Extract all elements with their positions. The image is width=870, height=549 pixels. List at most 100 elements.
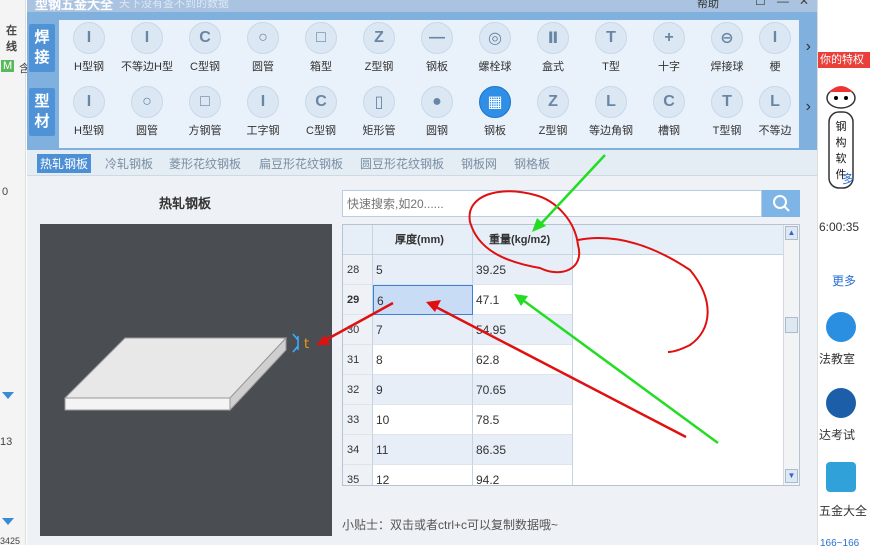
tool-profile-h-beam[interactable]: I H型钢 <box>59 86 119 138</box>
classroom-icon[interactable] <box>826 312 856 342</box>
tool-weld-z-steel[interactable]: Z Z型钢 <box>349 22 409 74</box>
table-row[interactable]: 28 5 39.25 <box>343 255 573 285</box>
bg-right-more-link[interactable]: 更多 <box>832 272 856 289</box>
data-table: 厚度(mm) 重量(kg/m2) 28 5 39.25 29 6 47.1 30 7 54.… <box>342 224 800 486</box>
tab-lentil-plate[interactable]: 扁豆形花纹钢板 <box>259 155 343 172</box>
steel-calculator-window: 型钢五金大全 天下没有查不到的数据 帮助 ☐ — ✕ 焊接 I H型钢 I 不等边H… <box>27 0 817 545</box>
tool-weld-unequal-h[interactable]: I 不等边H型 <box>117 22 177 74</box>
table-row[interactable]: 30 7 54.95 <box>343 315 573 345</box>
weld-next-chevron-right-icon[interactable]: › <box>806 38 811 56</box>
tool-profile-unequal-angle[interactable]: L 不等边 <box>755 86 795 138</box>
bg-right-link[interactable]: 多 <box>842 170 854 187</box>
tool-label: 十字 <box>658 61 680 73</box>
tool-weld-round-pipe[interactable]: ○ 圆管 <box>233 22 293 74</box>
tool-profile-plate[interactable]: ▦ 钢板 <box>465 86 525 138</box>
tool-profile-i-beam[interactable]: I 工字钢 <box>233 86 293 138</box>
tab-cold-rolled[interactable]: 冷轧钢板 <box>105 155 153 172</box>
tool-profile-equal-angle[interactable]: L 等边角钢 <box>581 86 641 138</box>
tab-mesh-plate[interactable]: 钢板网 <box>461 155 497 172</box>
table-row[interactable]: 34 11 86.35 <box>343 435 573 465</box>
profile-next-chevron-right-icon[interactable]: › <box>806 98 811 116</box>
tab-grating[interactable]: 钢格板 <box>514 155 550 172</box>
weight-cell[interactable]: 39.25 <box>473 255 573 285</box>
search-button[interactable] <box>762 190 800 217</box>
table-row-selected[interactable]: 29 6 47.1 <box>343 285 573 315</box>
tool-weld-h-beam[interactable]: I H型钢 <box>59 22 119 74</box>
weight-cell[interactable]: 78.5 <box>473 405 573 435</box>
search-input[interactable] <box>343 191 753 216</box>
bolt-ball-icon: ◎ <box>479 22 511 54</box>
scroll-up-icon[interactable]: ▲ <box>785 226 798 240</box>
tool-weld-c-channel[interactable]: C C型钢 <box>175 22 235 74</box>
table-row[interactable]: 35 12 94.2 <box>343 465 573 485</box>
tool-profile-z-steel[interactable]: Z Z型钢 <box>523 86 583 138</box>
scroll-thumb[interactable] <box>785 317 798 333</box>
close-icon[interactable]: ✕ <box>799 0 809 8</box>
tool-weld-bolt-ball[interactable]: ◎ 螺栓球 <box>465 22 525 74</box>
scroll-down-icon[interactable]: ▼ <box>785 469 798 483</box>
category-profile[interactable]: 型材 <box>29 88 55 136</box>
tool-profile-channel[interactable]: C 槽钢 <box>639 86 699 138</box>
column-header-thickness[interactable]: 厚度(mm) <box>373 225 473 255</box>
exam-icon[interactable] <box>826 388 856 418</box>
column-header-weight[interactable]: 重量(kg/m2) <box>473 225 573 255</box>
tool-weld-t[interactable]: T T型 <box>581 22 641 74</box>
thickness-cell[interactable]: 10 <box>373 405 473 435</box>
h-beam-icon: I <box>73 22 105 54</box>
tab-hot-rolled[interactable]: 热轧钢板 <box>37 154 92 173</box>
plate-icon: — <box>421 22 453 54</box>
weight-cell[interactable]: 94.2 <box>473 465 573 485</box>
title-bar[interactable]: 型钢五金大全 天下没有查不到的数据 帮助 ☐ — ✕ <box>27 0 817 12</box>
tool-weld-plate[interactable]: — 钢板 <box>407 22 467 74</box>
thickness-cell[interactable]: 11 <box>373 435 473 465</box>
thickness-cell[interactable]: 9 <box>373 375 473 405</box>
tool-label: 不等边 <box>758 125 792 137</box>
tool-profile-c-channel[interactable]: C C型钢 <box>291 86 351 138</box>
tool-profile-square-pipe[interactable]: □ 方钢管 <box>175 86 235 138</box>
tab-round-bean-plate[interactable]: 圆豆形花纹钢板 <box>360 155 444 172</box>
bg-left-expand-icon[interactable] <box>2 518 14 525</box>
weight-cell[interactable]: 62.8 <box>473 345 573 375</box>
thickness-cell[interactable]: 6 <box>373 285 473 315</box>
tool-weld-ball[interactable]: ⊖ 焊接球 <box>697 22 757 74</box>
tool-label: 不等边H型 <box>121 61 173 73</box>
thickness-cell[interactable]: 8 <box>373 345 473 375</box>
weight-cell[interactable]: 54.95 <box>473 315 573 345</box>
tool-profile-round-pipe[interactable]: ○ 圆管 <box>117 86 177 138</box>
minimize-icon[interactable]: — <box>777 0 789 8</box>
panel-title: 热轧钢板 <box>158 196 211 211</box>
table-row[interactable]: 33 10 78.5 <box>343 405 573 435</box>
bg-left-expand-icon[interactable] <box>2 392 14 399</box>
tool-weld-box-type[interactable]: Ⅱ 盒式 <box>523 22 583 74</box>
tip-text: 小贴士：双击或者ctrl+c可以复制数据哦~ <box>342 518 559 532</box>
tool-profile-t-steel[interactable]: T T型钢 <box>697 86 757 138</box>
window-title: 型钢五金大全 <box>35 0 114 12</box>
tool-weld-box[interactable]: □ 箱型 <box>291 22 351 74</box>
weight-cell[interactable]: 47.1 <box>473 285 573 315</box>
menu-icon[interactable]: ☐ <box>755 0 766 8</box>
table-scrollbar[interactable]: ▲ ▼ <box>783 225 799 485</box>
tool-profile-rect-pipe[interactable]: ▯ 矩形管 <box>349 86 409 138</box>
h-beam-icon: I <box>73 86 105 118</box>
tool-label: 焊接球 <box>710 61 744 73</box>
tool-label: C型钢 <box>306 125 336 137</box>
tool-weld-cross[interactable]: + 十字 <box>639 22 699 74</box>
bg-right-label: 五金大全 <box>819 504 868 518</box>
promo-banner[interactable]: 你的特权 <box>818 52 870 68</box>
thickness-cell[interactable]: 12 <box>373 465 473 485</box>
bg-left-text: 0 <box>2 186 9 198</box>
category-weld[interactable]: 焊接 <box>29 24 55 72</box>
thickness-cell[interactable]: 7 <box>373 315 473 345</box>
weight-cell[interactable]: 70.65 <box>473 375 573 405</box>
table-row[interactable]: 32 9 70.65 <box>343 375 573 405</box>
tool-label: 梗 <box>769 61 781 73</box>
weight-cell[interactable]: 86.35 <box>473 435 573 465</box>
help-menu[interactable]: 帮助 <box>697 0 719 11</box>
table-row[interactable]: 31 8 62.8 <box>343 345 573 375</box>
tool-label: 螺栓球 <box>478 61 512 73</box>
tab-diamond-plate[interactable]: 菱形花纹钢板 <box>169 155 241 172</box>
tool-weld-more[interactable]: I梗 <box>755 22 795 74</box>
tool-profile-round-bar[interactable]: ● 圆钢 <box>407 86 467 138</box>
thickness-cell[interactable]: 5 <box>373 255 473 285</box>
hardware-icon[interactable] <box>826 462 856 492</box>
